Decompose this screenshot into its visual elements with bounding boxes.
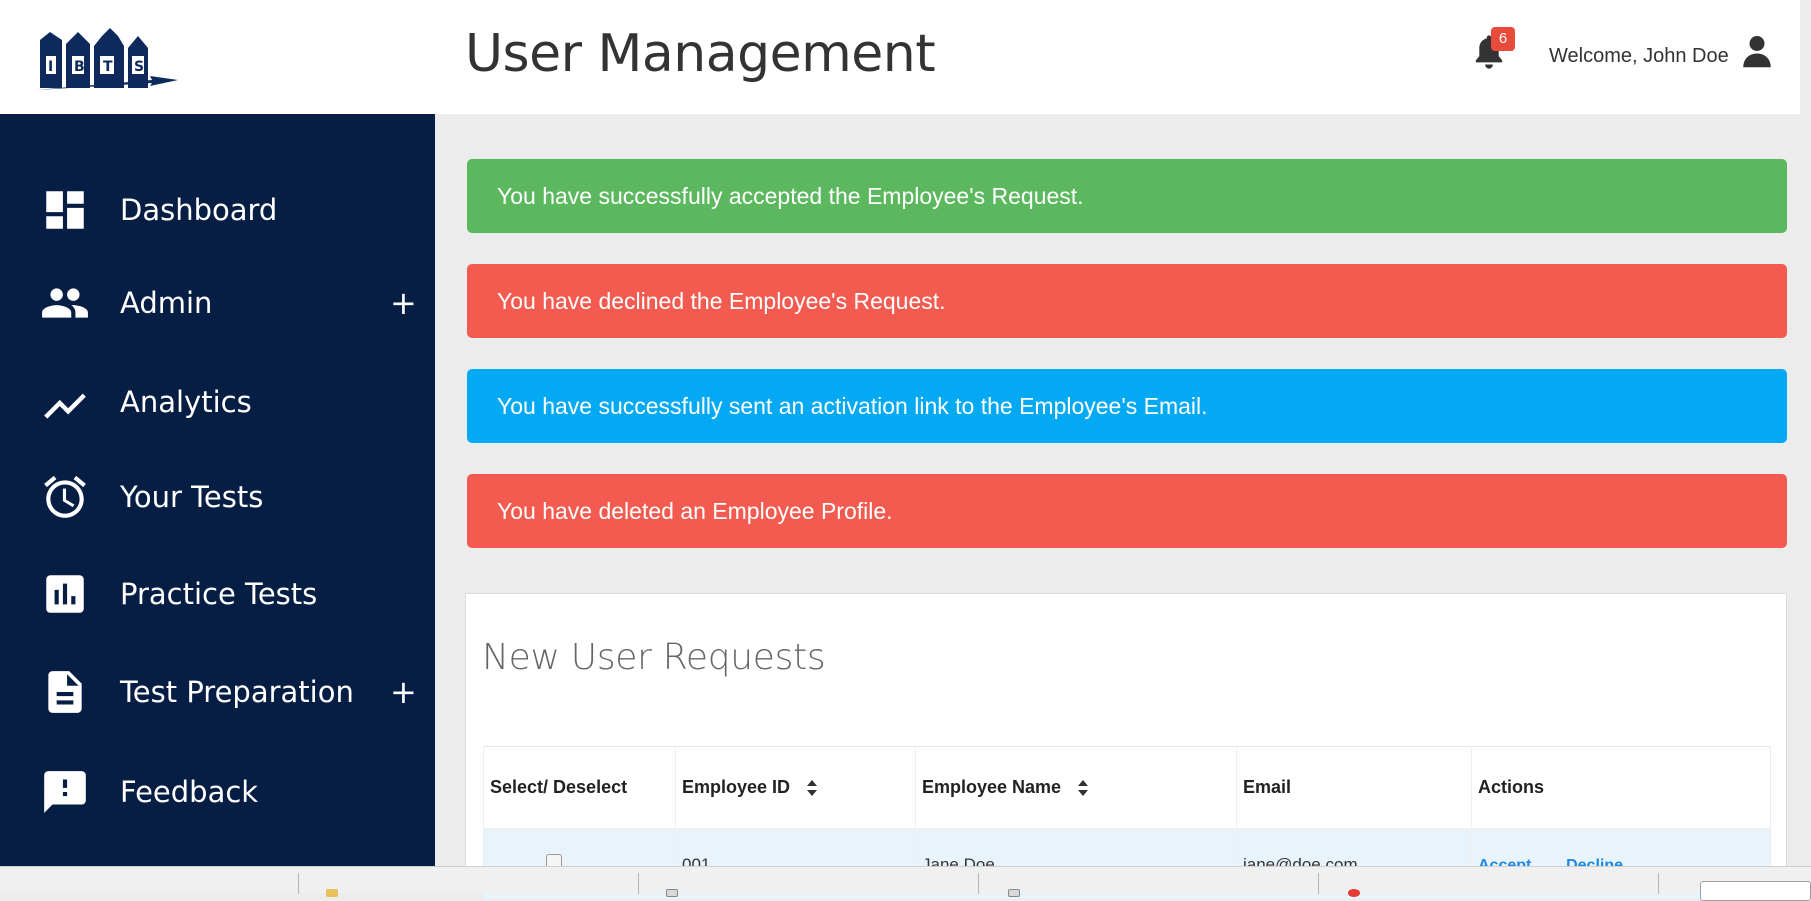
taskbar-window-icon[interactable] [1008,889,1020,897]
taskbar-input-box[interactable] [1700,881,1811,901]
sidebar: Dashboard Admin + Analytics Your Tests P… [0,114,435,866]
column-header-select[interactable]: Select/ Deselect [483,746,676,829]
sidebar-item-test-preparation[interactable]: Test Preparation + [0,652,435,732]
column-header-employee-id[interactable]: Employee ID [675,746,916,829]
feedback-icon [44,771,86,813]
sidebar-item-admin[interactable]: Admin + [0,263,435,343]
taskbar-divider [978,873,979,894]
taskbar-divider [1658,873,1659,894]
alert-deleted: You have deleted an Employee Profile. [467,474,1787,548]
taskbar-divider [638,873,639,894]
document-icon [48,671,82,713]
column-header-employee-name[interactable]: Employee Name [915,746,1237,829]
alert-declined: You have declined the Employee's Request… [467,264,1787,338]
taskbar-app-icon[interactable] [1348,889,1360,897]
new-user-requests-card: New User Requests Select/ Deselect Emplo… [465,593,1787,899]
ibts-logo[interactable]: I B T S [32,26,180,92]
logo-letter-b: B [74,59,85,75]
sidebar-item-feedback[interactable]: Feedback [0,752,435,832]
sidebar-item-label: Your Tests [120,480,264,514]
sidebar-item-dashboard[interactable]: Dashboard [0,170,435,250]
taskbar-folder-icon[interactable] [326,889,338,897]
sidebar-item-label: Dashboard [120,193,278,227]
bottom-taskbar [0,866,1811,901]
sidebar-item-practice-tests[interactable]: Practice Tests [0,554,435,634]
alert-info: You have successfully sent an activation… [467,369,1787,443]
column-header-email: Email [1236,746,1472,829]
trend-line-icon [44,393,86,419]
column-header-actions: Actions [1471,746,1771,829]
people-icon [42,288,88,318]
sidebar-item-your-tests[interactable]: Your Tests [0,457,435,537]
welcome-text: Welcome, John Doe [1549,45,1729,67]
taskbar-divider [1318,873,1319,894]
expand-plus-icon[interactable]: + [390,287,417,319]
bar-chart-icon [46,575,84,613]
sort-icon[interactable] [1078,780,1089,797]
card-title: New User Requests [482,637,826,678]
sidebar-item-label: Feedback [120,775,259,809]
alarm-clock-icon [44,475,86,518]
table-header-row: Select/ Deselect Employee ID Employee Na… [483,746,1771,829]
logo-letter-s: S [134,59,144,75]
logo-letter-t: T [103,59,113,75]
logo-letter-i: I [48,59,53,75]
taskbar-divider [298,873,299,894]
sort-icon[interactable] [807,780,818,797]
taskbar-window-icon[interactable] [666,889,678,897]
alert-success: You have successfully accepted the Emplo… [467,159,1787,233]
notification-count-badge: 6 [1491,27,1515,51]
sidebar-item-label: Practice Tests [120,577,318,611]
sidebar-item-label: Admin [120,286,213,320]
user-account-icon[interactable] [1742,34,1772,68]
sidebar-item-analytics[interactable]: Analytics [0,362,435,442]
dashboard-icon [46,191,84,229]
sidebar-item-label: Analytics [120,385,252,419]
top-header: I B T S User Management 6 Welcome, John … [0,0,1800,114]
expand-plus-icon[interactable]: + [390,676,417,708]
sidebar-item-label: Test Preparation [120,675,354,709]
page-title: User Management [465,24,936,84]
